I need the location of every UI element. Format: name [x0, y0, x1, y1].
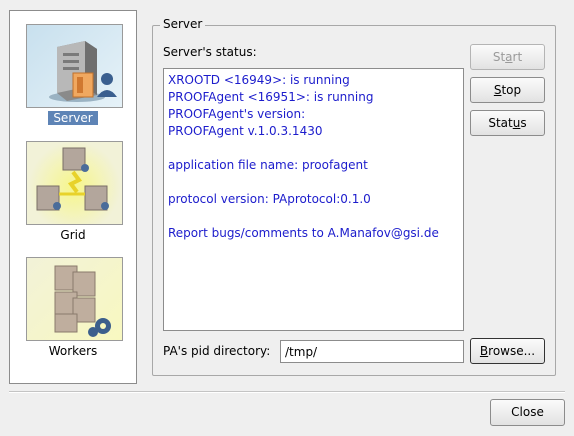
status-button[interactable]: Status	[470, 110, 545, 136]
status-line: Report bugs/comments to A.Manafov@gsi.de	[168, 226, 439, 240]
footer-separator	[9, 391, 565, 393]
status-line: application file name: proofagent	[168, 158, 368, 172]
browse-button[interactable]: Browse...	[470, 338, 545, 364]
grid-icon	[36, 147, 109, 211]
nav-server-tile[interactable]	[26, 24, 123, 108]
navigation-panel: Server Grid Workers	[9, 10, 137, 384]
pid-directory-label: PA's pid directory:	[163, 344, 271, 358]
nav-grid-label[interactable]: Grid	[10, 227, 136, 243]
status-line: PROOFAgent v.1.0.3.1430	[168, 124, 323, 138]
nav-server-label[interactable]: Server	[10, 110, 136, 126]
nav-grid-tile[interactable]	[26, 141, 123, 225]
status-line	[168, 208, 459, 225]
nav-workers-tile[interactable]	[26, 257, 123, 341]
start-button[interactable]: Start	[470, 44, 545, 70]
status-line: PROOFAgent's version:	[168, 107, 306, 121]
nav-workers-label[interactable]: Workers	[10, 343, 136, 359]
server-icon	[49, 41, 117, 102]
status-line: PROOFAgent <16951>: is running	[168, 90, 374, 104]
status-line	[168, 140, 459, 157]
pid-directory-input[interactable]	[280, 340, 464, 363]
status-label: Server's status:	[163, 45, 257, 59]
status-text-area[interactable]: XROOTD <16949>: is running PROOFAgent <1…	[163, 68, 464, 331]
stop-button[interactable]: Stop	[470, 77, 545, 103]
status-line: XROOTD <16949>: is running	[168, 73, 350, 87]
status-line	[168, 174, 459, 191]
group-title: Server	[160, 16, 206, 32]
status-line: protocol version: PAprotocol:0.1.0	[168, 192, 371, 206]
close-button[interactable]: Close	[490, 399, 565, 426]
workers-icon	[54, 265, 111, 337]
